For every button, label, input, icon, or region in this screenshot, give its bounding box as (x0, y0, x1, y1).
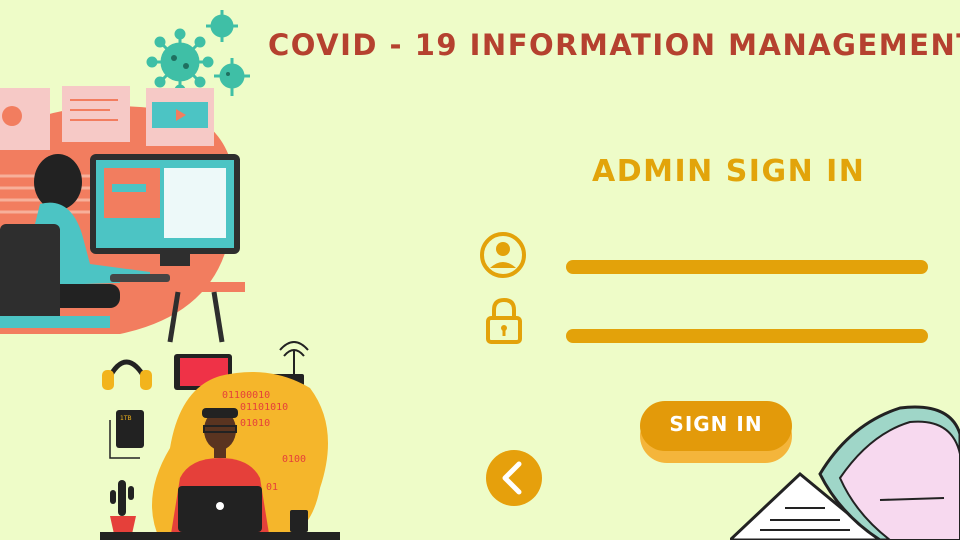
man-with-laptop-illustration: 01100010 01101010 01010 0100 01 (100, 372, 340, 540)
sign-in-button[interactable]: SIGN IN (640, 401, 792, 463)
binary-line-5: 01 (266, 482, 278, 493)
binary-line-4: 0100 (282, 454, 306, 465)
sign-in-label: SIGN IN (669, 412, 763, 436)
user-circle-icon (478, 230, 528, 280)
page-title: COVID - 19 INFORMATION MANAGEMENT (268, 28, 960, 62)
chevron-left-icon (502, 461, 522, 495)
back-button[interactable] (486, 450, 542, 506)
password-field[interactable] (566, 329, 928, 343)
woman-at-computer-illustration (0, 86, 245, 343)
form-heading: ADMIN SIGN IN (592, 154, 866, 189)
username-field[interactable] (566, 260, 928, 274)
binary-line-2: 01101010 (240, 402, 288, 413)
binary-line-1: 01100010 (222, 390, 270, 401)
padlock-icon (484, 296, 524, 346)
binary-line-3: 01010 (240, 418, 270, 429)
